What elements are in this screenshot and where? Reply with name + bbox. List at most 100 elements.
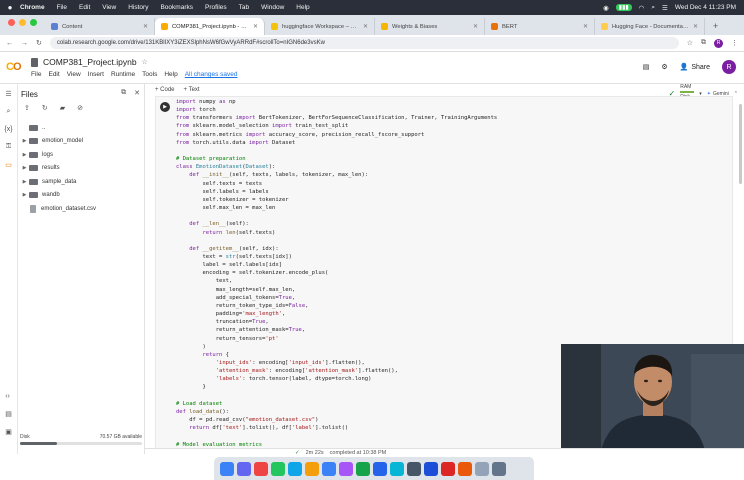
menubar-tab[interactable]: Tab [239, 4, 249, 11]
menubar-history[interactable]: History [128, 4, 148, 11]
chrome-menu-icon[interactable]: ⋮ [731, 39, 738, 47]
menubar-clock[interactable]: Wed Dec 4 11:23 PM [675, 4, 736, 11]
folder-item[interactable]: ▶ logs [20, 148, 142, 162]
refresh-icon[interactable]: ↻ [42, 104, 48, 112]
comments-icon[interactable]: ▤ [643, 63, 650, 71]
variables-icon[interactable]: {x} [4, 126, 12, 133]
folder-item[interactable]: ▶ wandb [20, 189, 142, 203]
browser-tab[interactable]: Content ✕ [45, 18, 155, 35]
command-palette-icon[interactable]: ▤ [5, 410, 12, 418]
mount-drive-icon[interactable]: ▰ [60, 104, 65, 112]
close-window-button[interactable] [8, 18, 15, 26]
dock-app-icon[interactable] [475, 461, 489, 476]
wifi-icon[interactable]: ◠ [639, 4, 645, 12]
tab-close-icon[interactable]: ✕ [693, 23, 698, 30]
save-status-link[interactable]: All changes saved [185, 71, 238, 78]
colab-menu-edit[interactable]: Edit [48, 71, 59, 78]
minimize-window-button[interactable] [19, 18, 26, 26]
search-icon[interactable]: ⌕ [651, 4, 655, 12]
share-button[interactable]: 👤 Share [680, 63, 710, 72]
tab-close-icon[interactable]: ✕ [583, 23, 588, 30]
reload-icon[interactable]: ↻ [36, 39, 42, 47]
dock-app-icon[interactable] [390, 461, 404, 476]
colab-menu-insert[interactable]: Insert [88, 71, 104, 78]
menubar-edit[interactable]: Edit [79, 4, 90, 11]
expand-caret-icon[interactable]: ▶ [20, 179, 29, 185]
folder-item[interactable]: ▶ emotion_model [20, 135, 142, 149]
collapse-chevron-icon[interactable]: ⌃ [734, 91, 738, 97]
dock-app-icon[interactable] [322, 461, 336, 476]
address-bar[interactable]: colab.research.google.com/drive/131KBlIX… [49, 37, 679, 49]
search-icon[interactable]: ⌕ [7, 108, 11, 116]
dock-app-icon[interactable] [288, 461, 302, 476]
expand-caret-icon[interactable]: ▶ [20, 152, 29, 158]
browser-tab[interactable]: BERT ✕ [485, 18, 595, 35]
dock-app-icon[interactable] [441, 461, 455, 476]
hide-files-icon[interactable]: ⊘ [77, 104, 83, 112]
battery-icon[interactable]: ▮▮▮ [615, 4, 632, 11]
terminal-icon[interactable]: ▣ [5, 428, 12, 436]
menubar-view[interactable]: View [102, 4, 116, 11]
menubar-app-name[interactable]: Chrome [20, 4, 45, 11]
account-avatar[interactable]: R [722, 60, 736, 74]
notebook-title[interactable]: COMP381_Project.ipynb [43, 57, 137, 67]
browser-tab[interactable]: Weights & Biases ✕ [375, 18, 485, 35]
menubar-file[interactable]: File [57, 4, 67, 11]
colab-menu-runtime[interactable]: Runtime [111, 71, 135, 78]
new-tab-button[interactable]: + [705, 21, 726, 35]
browser-tab[interactable]: Hugging Face - Documentati... ✕ [595, 18, 705, 35]
dock-app-icon[interactable] [407, 461, 421, 476]
settings-gear-icon[interactable]: ⚙ [661, 63, 667, 71]
dock-app-icon[interactable] [373, 461, 387, 476]
back-arrow-icon[interactable]: ← [6, 40, 13, 47]
dock-app-icon[interactable] [254, 461, 268, 476]
colab-menu-help[interactable]: Help [164, 71, 177, 78]
file-item[interactable]: emotion_dataset.csv [20, 202, 142, 216]
folder-item[interactable]: ▶ results [20, 162, 142, 176]
menubar-bookmarks[interactable]: Bookmarks [160, 4, 193, 11]
add-text-cell-button[interactable]: + Text [184, 87, 200, 93]
files-folder-icon[interactable]: ▭ [5, 161, 12, 169]
control-center-icon[interactable]: ☰ [662, 4, 668, 12]
tab-close-icon[interactable]: ✕ [473, 23, 478, 30]
secrets-key-icon[interactable]: ⚿ [6, 143, 11, 151]
dock-app-icon[interactable] [356, 461, 370, 476]
browser-tab[interactable]: huggingface Workspace – W... ✕ [265, 18, 375, 35]
colab-logo-icon[interactable]: CO [6, 61, 21, 73]
dock-app-icon[interactable] [458, 461, 472, 476]
expand-caret-icon[interactable]: ▶ [20, 165, 29, 171]
close-icon[interactable]: ✕ [134, 89, 140, 97]
tab-close-icon[interactable]: ✕ [363, 23, 368, 30]
forward-arrow-icon[interactable]: → [21, 40, 28, 47]
menubar-window[interactable]: Window [261, 4, 284, 11]
menubar-profiles[interactable]: Profiles [205, 4, 227, 11]
apple-icon[interactable]: ● [0, 3, 20, 12]
tab-close-icon[interactable]: ✕ [253, 23, 258, 30]
dock-app-icon[interactable] [220, 461, 234, 476]
browser-tab[interactable]: COMP381_Project.ipynb - Co... ✕ [155, 18, 265, 35]
extensions-icon[interactable]: ⧉ [701, 39, 706, 47]
open-in-tab-icon[interactable]: ⧉ [121, 89, 126, 97]
folder-item[interactable]: ▶ sample_data [20, 175, 142, 189]
colab-menu-tools[interactable]: Tools [142, 71, 157, 78]
screen-record-icon[interactable]: ◉ [603, 4, 609, 12]
dock-app-icon[interactable] [237, 461, 251, 476]
table-of-contents-icon[interactable]: ☰ [5, 90, 11, 98]
chrome-profile-icon[interactable]: R [714, 38, 723, 48]
colab-menu-view[interactable]: View [67, 71, 81, 78]
colab-menu-file[interactable]: File [31, 71, 41, 78]
dock-app-icon[interactable] [424, 461, 438, 476]
page-scrollbar[interactable] [739, 104, 742, 184]
expand-caret-icon[interactable]: ▶ [20, 192, 29, 198]
run-cell-play-icon[interactable]: ▶ [160, 102, 170, 112]
dock-app-icon[interactable] [492, 461, 506, 476]
star-icon[interactable]: ☆ [142, 58, 148, 66]
zoom-window-button[interactable] [30, 18, 37, 26]
dock-app-icon[interactable] [339, 461, 353, 476]
expand-caret-icon[interactable]: ▶ [20, 138, 29, 144]
bookmark-star-icon[interactable]: ☆ [687, 39, 693, 47]
code-editor[interactable]: import numpy as np import torch from tra… [176, 98, 497, 448]
code-snippets-icon[interactable]: ‹› [5, 393, 12, 400]
menubar-help[interactable]: Help [296, 4, 309, 11]
dock-app-icon[interactable] [271, 461, 285, 476]
